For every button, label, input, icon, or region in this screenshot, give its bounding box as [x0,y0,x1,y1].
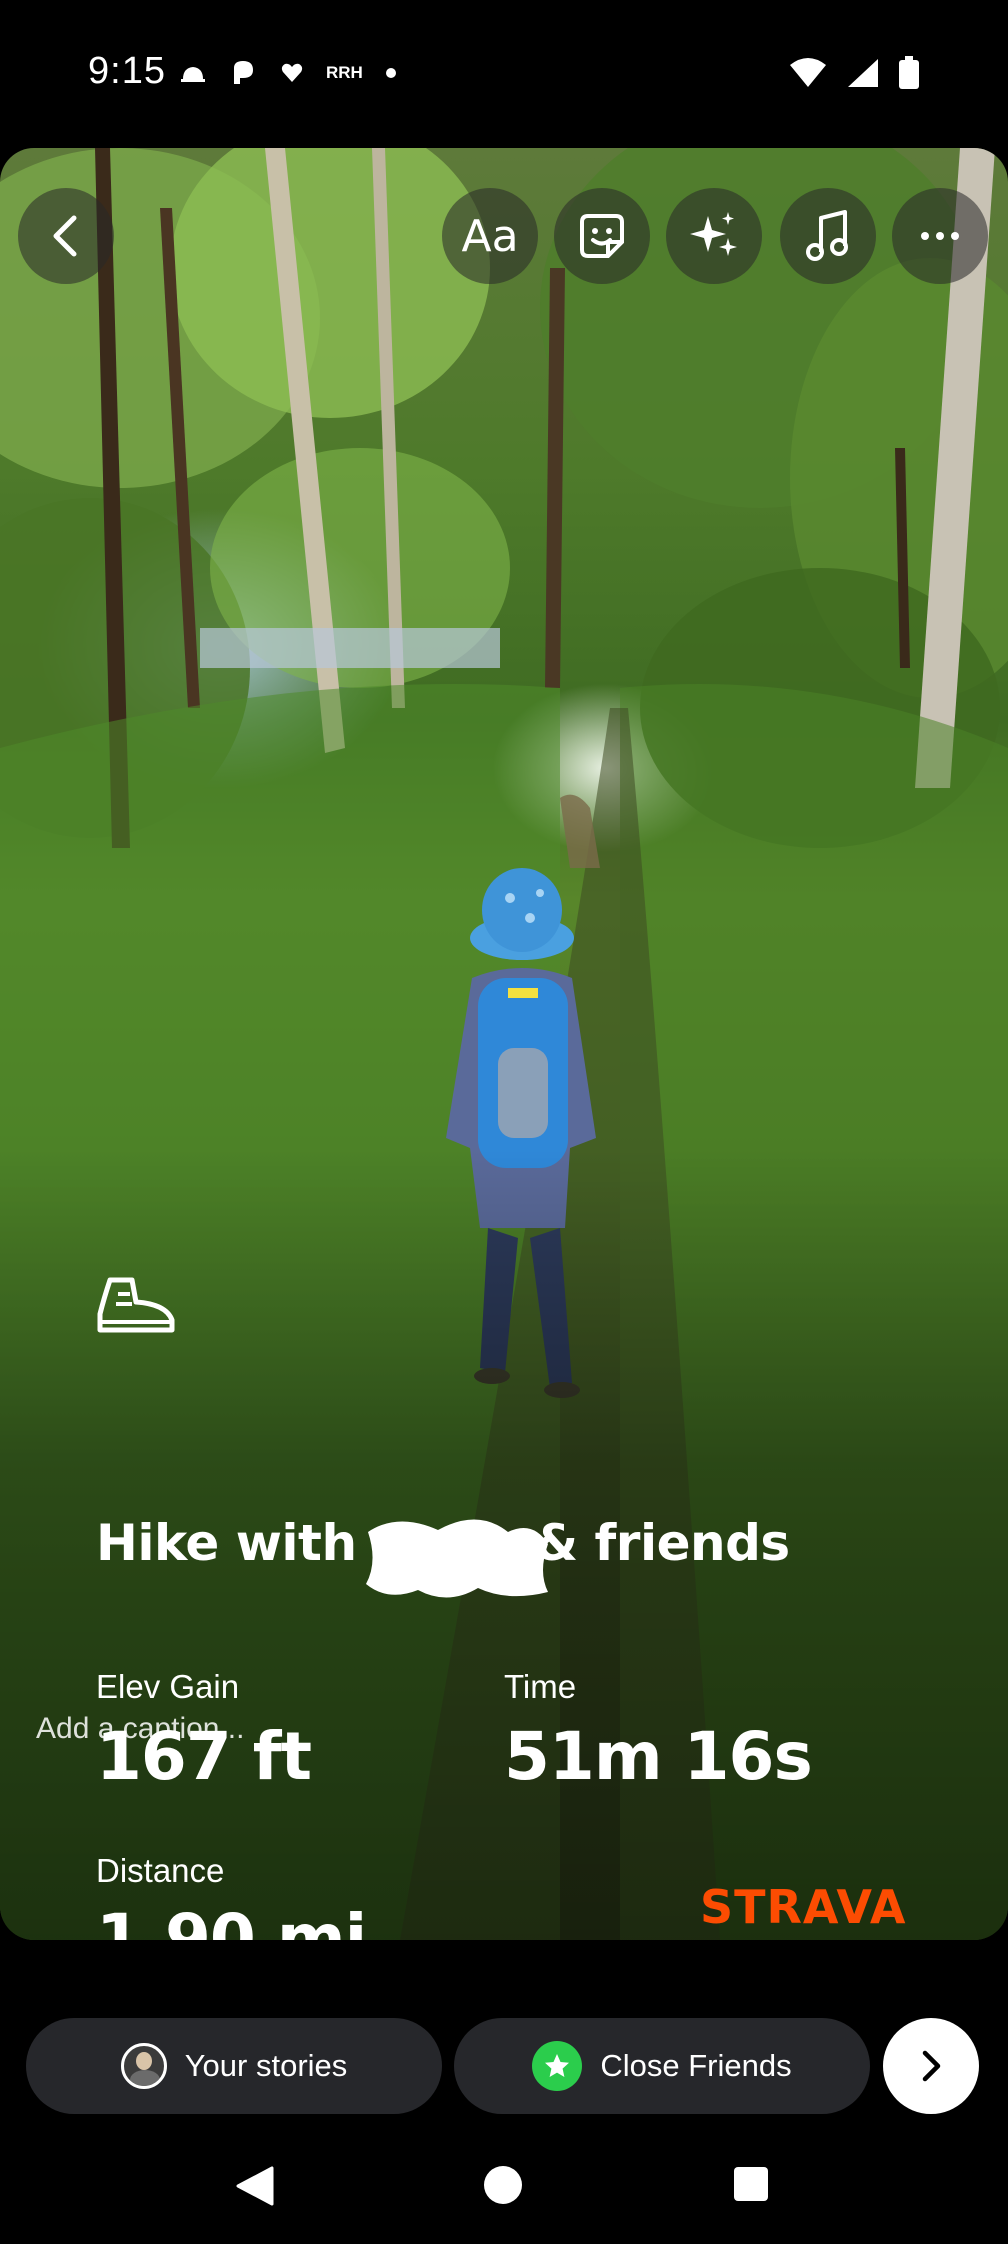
app-icon [234,61,253,84]
recents-square-icon[interactable] [734,2167,768,2201]
caption-input[interactable]: Add a caption... [36,1712,244,1746]
wifi-icon [790,58,826,87]
carrier-text: RRH [326,63,363,82]
text-tool-button[interactable]: Aa [442,188,538,284]
heart-icon [281,63,303,82]
avatar [120,2043,167,2089]
stat-label-time: Time [504,1668,577,1705]
close-friends-star-icon [532,2041,583,2091]
hiking-boot-icon [97,1277,175,1333]
battery-icon [899,56,919,89]
child-hiker [446,868,596,1398]
next-button[interactable] [883,2018,979,2114]
effects-button[interactable] [666,188,762,284]
activity-title-suffix: & friends [534,1514,791,1572]
stat-value-time: 51m 16s [504,1718,813,1795]
back-triangle-icon[interactable] [236,2166,274,2206]
story-photo: Aa Hike with & friends Elev Gain 167 ft T… [0,148,1008,1940]
strava-logo: STRAVA [700,1880,907,1934]
status-notification-icons: RRH [180,58,397,88]
stat-label-distance: Distance [96,1852,225,1889]
stat-label-elev-gain: Elev Gain [96,1668,240,1705]
status-bar: 9:15 RRH [0,0,1008,150]
music-button[interactable] [780,188,876,284]
activity-title-prefix: Hike with [96,1514,357,1572]
back-button[interactable] [18,188,114,284]
your-stories-button[interactable]: Your stories [26,2018,442,2114]
signal-icon [848,59,878,87]
dot-icon [385,68,396,78]
chevron-right-icon [922,2050,941,2082]
chevron-left-icon [53,215,77,257]
close-friends-label: Close Friends [600,2048,792,2083]
sticker-button[interactable] [554,188,650,284]
status-time: 9:15 [88,50,166,92]
your-stories-label: Your stories [184,2048,348,2083]
more-horizontal-icon [921,232,959,240]
close-friends-button[interactable]: Close Friends [454,2018,870,2114]
sticker-icon [580,214,624,258]
share-bar: Your stories Close Friends [0,2000,1008,2120]
redaction-scribble [366,1519,548,1598]
home-circle-icon[interactable] [484,2166,522,2204]
sparkles-icon [690,212,737,256]
notification-icon [181,67,205,82]
more-options-button[interactable] [892,188,988,284]
status-system-icons [788,56,920,90]
system-nav-bar [0,2136,1008,2244]
music-note-icon [806,210,848,261]
stat-value-distance: 1.90 mi [96,1900,367,1940]
